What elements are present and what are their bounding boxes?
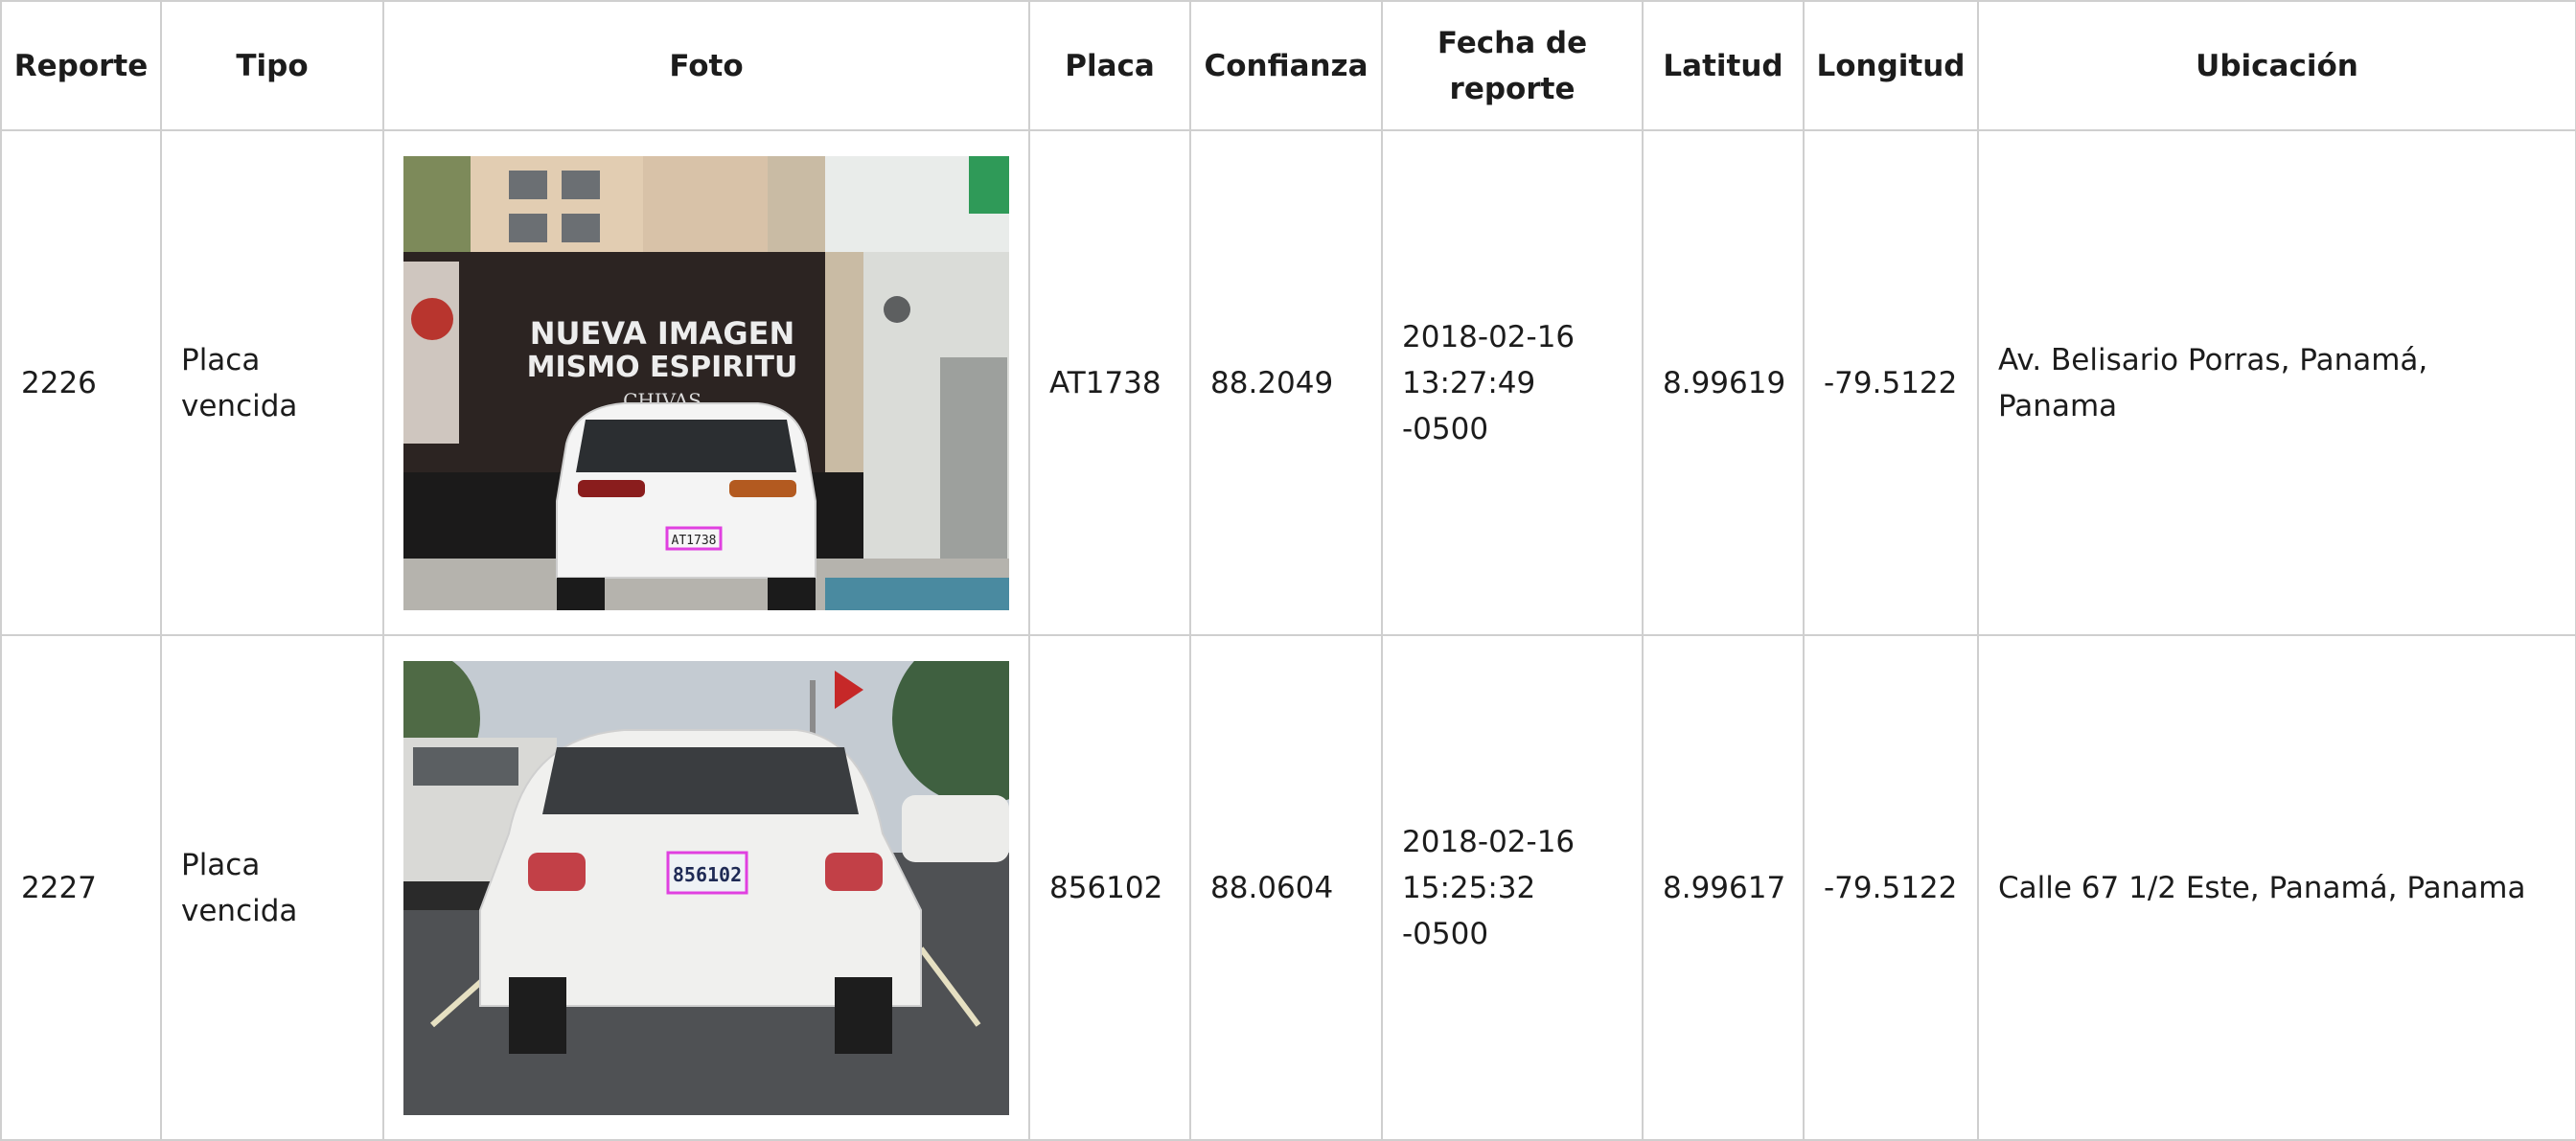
cell-fecha-time: 13:27:49 -0500 — [1402, 365, 1536, 446]
cell-ubicacion: Av. Belisario Porras, Panamá, Panama — [1977, 129, 2576, 636]
cell-reporte: 2227 — [0, 634, 162, 1141]
header-confianza[interactable]: Confianza — [1189, 0, 1383, 131]
cell-latitud: 8.99617 — [1642, 634, 1805, 1141]
header-tipo[interactable]: Tipo — [160, 0, 384, 131]
table-row: 2227 Placa vencida 856102 856102 88.0604… — [0, 634, 2576, 1141]
cell-tipo: Placa vencida — [160, 634, 384, 1141]
cell-longitud: -79.5122 — [1803, 634, 1979, 1141]
header-row: Reporte Tipo Foto Placa Confianza Fecha … — [0, 0, 2576, 131]
photo-plate-text: AT1738 — [672, 534, 717, 548]
cell-tipo-line1: Placa — [181, 342, 261, 377]
cell-confianza: 88.2049 — [1189, 129, 1383, 636]
cell-ubicacion: Calle 67 1/2 Este, Panamá, Panama — [1977, 634, 2576, 1141]
cell-tipo-line1: Placa — [181, 847, 261, 882]
cell-fecha: 2018-02-16 15:25:32 -0500 — [1381, 634, 1644, 1141]
cell-latitud: 8.99619 — [1642, 129, 1805, 636]
photo-plate-text: 856102 — [673, 863, 742, 886]
cell-foto: NUEVA IMAGEN MISMO ESPIRITU CHIVAS AT173… — [382, 129, 1030, 636]
header-fecha-line2: reporte — [1449, 71, 1576, 106]
cell-fecha: 2018-02-16 13:27:49 -0500 — [1381, 129, 1644, 636]
header-latitud[interactable]: Latitud — [1642, 0, 1805, 131]
cell-confianza: 88.0604 — [1189, 634, 1383, 1141]
header-reporte[interactable]: Reporte — [0, 0, 162, 131]
header-ubicacion[interactable]: Ubicación — [1977, 0, 2576, 131]
table-row: 2226 Placa vencida NUEVA IMAGEN MISMO ES… — [0, 129, 2576, 636]
header-fecha[interactable]: Fecha de reporte — [1381, 0, 1644, 131]
header-fecha-line1: Fecha de — [1437, 25, 1588, 60]
cell-placa: 856102 — [1028, 634, 1191, 1141]
photo-street-billboard: NUEVA IMAGEN MISMO ESPIRITU CHIVAS AT173… — [403, 155, 1009, 610]
cell-reporte: 2226 — [0, 129, 162, 636]
cell-placa: AT1738 — [1028, 129, 1191, 636]
report-photo[interactable]: 856102 — [403, 660, 1009, 1115]
billboard-line2: MISMO ESPIRITU — [527, 351, 798, 384]
report-photo[interactable]: NUEVA IMAGEN MISMO ESPIRITU CHIVAS AT173… — [403, 155, 1009, 610]
header-foto[interactable]: Foto — [382, 0, 1030, 131]
photo-street-sedan: 856102 — [403, 660, 1009, 1115]
cell-tipo-line2: vencida — [181, 388, 298, 423]
cell-fecha-time: 15:25:32 -0500 — [1402, 870, 1536, 951]
header-placa[interactable]: Placa — [1028, 0, 1191, 131]
cell-foto: 856102 — [382, 634, 1030, 1141]
cell-tipo: Placa vencida — [160, 129, 384, 636]
cell-longitud: -79.5122 — [1803, 129, 1979, 636]
cell-fecha-date: 2018-02-16 — [1402, 824, 1576, 859]
cell-fecha-date: 2018-02-16 — [1402, 319, 1576, 354]
cell-tipo-line2: vencida — [181, 893, 298, 928]
reports-table: Reporte Tipo Foto Placa Confianza Fecha … — [0, 0, 2576, 1141]
header-longitud[interactable]: Longitud — [1803, 0, 1979, 131]
billboard-line1: NUEVA IMAGEN — [530, 315, 795, 352]
